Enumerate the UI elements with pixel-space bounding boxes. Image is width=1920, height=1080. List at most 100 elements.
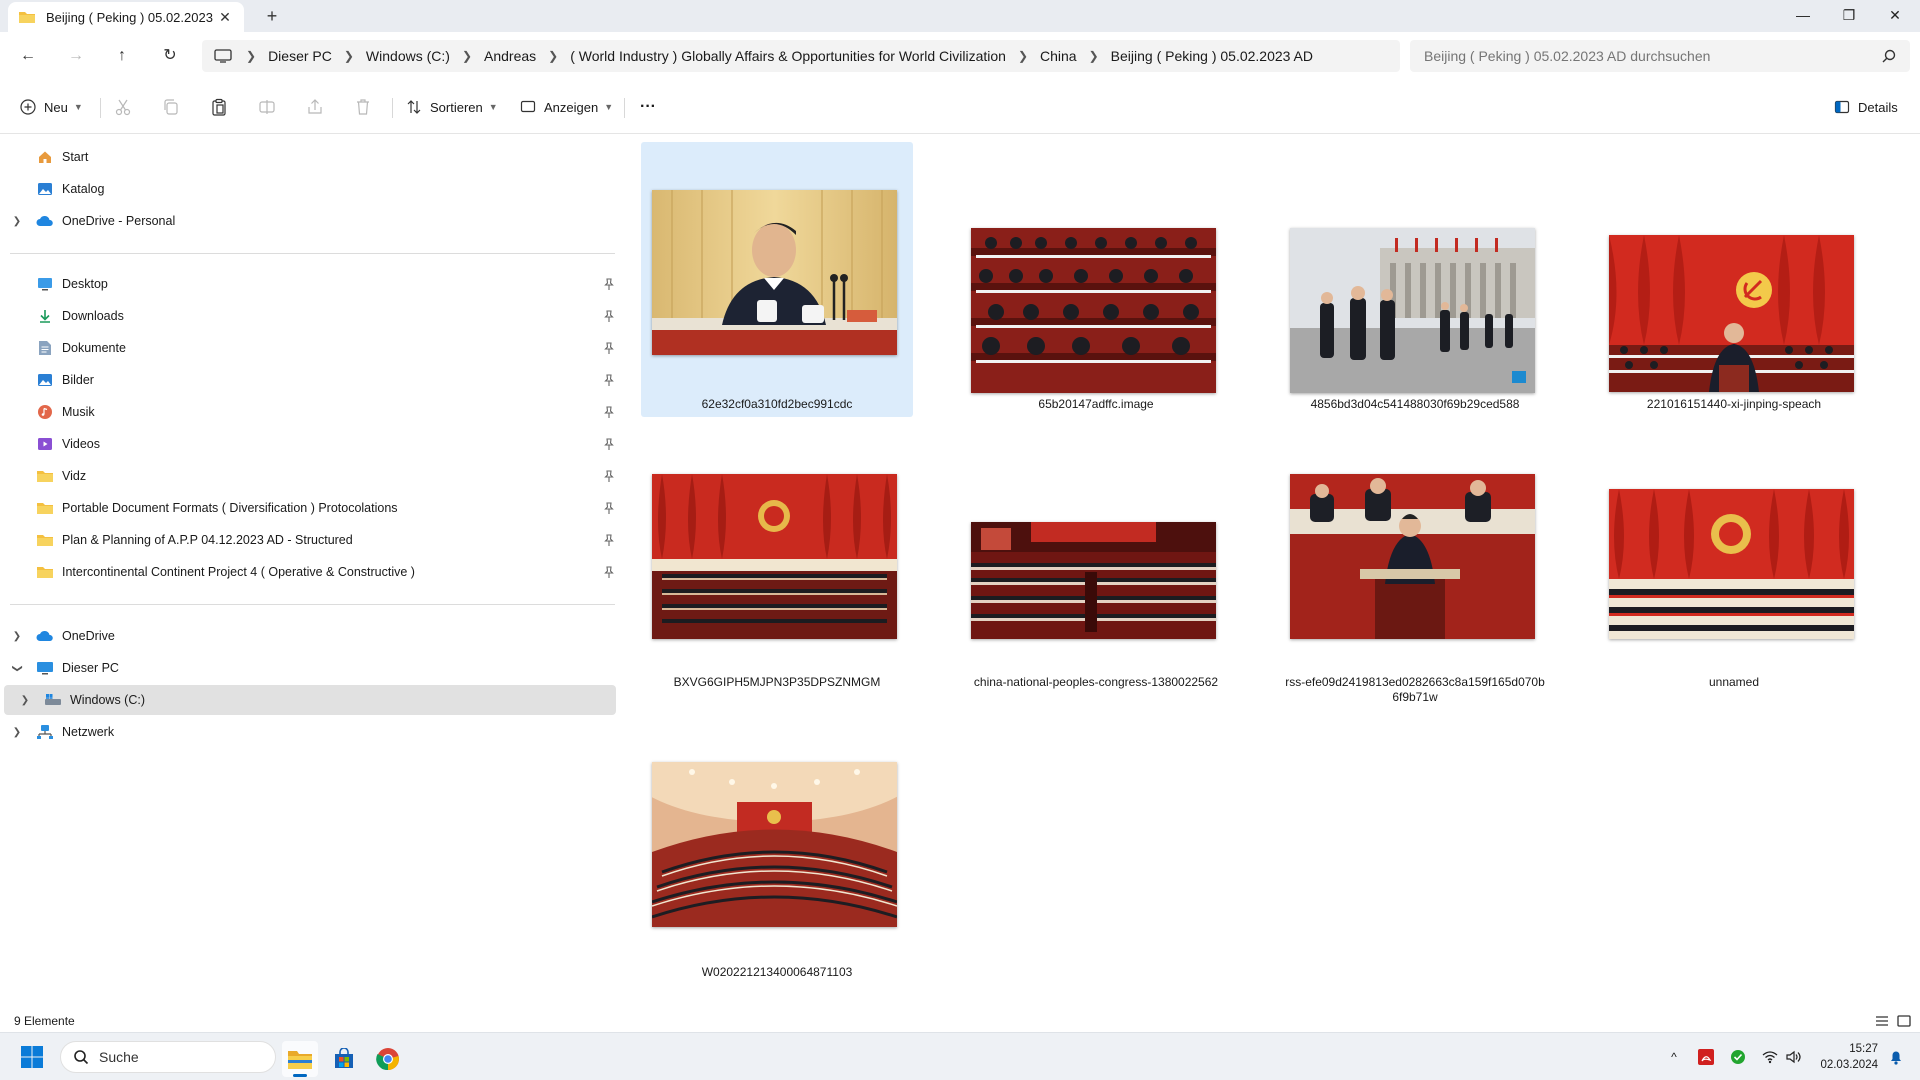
sort-button[interactable]: Sortieren ▼ xyxy=(406,92,498,122)
breadcrumb[interactable]: ❯ Dieser PC ❯ Windows (C:) ❯ Andreas ❯ (… xyxy=(202,40,1400,72)
pin-icon[interactable] xyxy=(602,469,616,483)
new-button[interactable]: Neu ▼ xyxy=(20,92,83,122)
file-tile[interactable]: 62e32cf0a310fd2bec991cdc xyxy=(641,142,913,417)
sidebar-item-netzwerk[interactable]: ❯ Netzwerk xyxy=(10,717,622,747)
sidebar-item-dokumente[interactable]: Dokumente xyxy=(10,333,622,363)
tab-current-folder[interactable]: Beijing ( Peking ) 05.02.2023 A ✕ xyxy=(8,2,244,32)
copy-button[interactable] xyxy=(162,92,180,122)
windows-start-icon[interactable] xyxy=(20,1045,44,1069)
details-button[interactable]: Details xyxy=(1834,92,1898,122)
file-tile[interactable]: rss-efe09d2419813ed0282663c8a159f165d070… xyxy=(1279,425,1551,705)
sidebar-item-musik[interactable]: Musik xyxy=(10,397,622,427)
paste-button[interactable] xyxy=(210,92,228,122)
chrome-app[interactable] xyxy=(370,1041,406,1077)
chevron-right-icon[interactable]: ❯ xyxy=(10,727,24,738)
breadcrumb-item[interactable]: Dieser PC xyxy=(262,48,338,64)
breadcrumb-item[interactable]: Andreas xyxy=(478,48,542,64)
chevron-right-icon[interactable]: ❯ xyxy=(1012,49,1034,63)
tab-close-button[interactable]: ✕ xyxy=(216,9,234,26)
large-icons-view-icon[interactable] xyxy=(1896,1013,1912,1029)
pin-icon[interactable] xyxy=(602,309,616,323)
chevron-up-icon[interactable]: ^ xyxy=(1664,1047,1684,1067)
breadcrumb-item-current[interactable]: Beijing ( Peking ) 05.02.2023 AD xyxy=(1105,48,1319,64)
sidebar-item-bilder[interactable]: Bilder xyxy=(10,365,622,395)
file-tile[interactable]: 221016151440-xi-jinping-speach xyxy=(1598,142,1870,417)
sidebar-item-windows-c[interactable]: ❯ Windows (C:) xyxy=(4,685,616,715)
view-button[interactable]: Anzeigen ▼ xyxy=(520,92,613,122)
sidebar-divider xyxy=(10,604,615,605)
sidebar-item-project-folder[interactable]: Intercontinental Continent Project 4 ( O… xyxy=(10,557,622,587)
security-tray-icon[interactable] xyxy=(1728,1047,1748,1067)
pin-icon[interactable] xyxy=(602,565,616,579)
chevron-right-icon[interactable]: ❯ xyxy=(240,49,262,63)
file-tile[interactable]: 65b20147adffc.image xyxy=(960,142,1232,417)
clock[interactable]: 15:27 02.03.2024 xyxy=(1806,1041,1878,1073)
sidebar-item-videos[interactable]: Videos xyxy=(10,429,622,459)
chevron-right-icon[interactable]: ❯ xyxy=(542,49,564,63)
breadcrumb-item[interactable]: ( World Industry ) Globally Affairs & Op… xyxy=(564,48,1012,64)
up-button[interactable]: ↑ xyxy=(108,44,136,68)
back-button[interactable]: ← xyxy=(14,44,42,68)
cut-button[interactable] xyxy=(114,92,132,122)
pin-icon[interactable] xyxy=(602,437,616,451)
sidebar-item-katalog[interactable]: Katalog xyxy=(10,174,622,204)
sidebar-item-desktop[interactable]: Desktop xyxy=(10,269,622,299)
chevron-right-icon[interactable]: ❯ xyxy=(10,631,24,642)
chevron-right-icon[interactable]: ❯ xyxy=(10,216,24,227)
file-tile[interactable]: 4856bd3d04c541488030f69b29ced588 xyxy=(1279,142,1551,417)
notification-bell-icon[interactable] xyxy=(1886,1047,1906,1067)
share-button[interactable] xyxy=(306,92,324,122)
rename-button[interactable] xyxy=(258,92,276,122)
more-options-button[interactable]: ··· xyxy=(640,92,656,122)
chevron-down-icon[interactable]: ❯ xyxy=(12,661,23,675)
delete-button[interactable] xyxy=(354,92,372,122)
chevron-right-icon[interactable]: ❯ xyxy=(18,695,32,706)
pin-icon[interactable] xyxy=(602,373,616,387)
search-input[interactable] xyxy=(1424,48,1882,64)
image-thumbnail xyxy=(652,762,897,927)
breadcrumb-item[interactable]: Windows (C:) xyxy=(360,48,456,64)
forward-button[interactable]: → xyxy=(62,44,90,68)
close-window-button[interactable]: ✕ xyxy=(1872,0,1918,32)
sidebar-item-label: Start xyxy=(62,150,89,164)
refresh-button[interactable]: ↻ xyxy=(156,44,184,68)
file-tile[interactable]: BXVG6GIPH5MJPN3P35DPSZNMGM xyxy=(641,425,913,705)
sidebar-item-onedrive-personal[interactable]: ❯ OneDrive - Personal xyxy=(10,206,622,236)
file-explorer-app[interactable] xyxy=(282,1041,318,1077)
search-icon xyxy=(74,1050,89,1065)
wifi-icon[interactable] xyxy=(1760,1047,1780,1067)
file-name: BXVG6GIPH5MJPN3P35DPSZNMGM xyxy=(673,675,881,689)
breadcrumb-item[interactable]: China xyxy=(1034,48,1083,64)
details-view-icon[interactable] xyxy=(1874,1013,1890,1029)
sidebar-item-pdf-folder[interactable]: Portable Document Formats ( Diversificat… xyxy=(10,493,622,523)
maximize-button[interactable]: ❐ xyxy=(1826,0,1872,32)
search-box[interactable] xyxy=(1410,40,1910,72)
drive-icon xyxy=(44,692,62,708)
sidebar-item-label: Dokumente xyxy=(62,341,126,355)
plus-circle-icon xyxy=(20,99,36,115)
minimize-button[interactable]: — xyxy=(1780,0,1826,32)
pin-icon[interactable] xyxy=(602,405,616,419)
acrobat-tray-icon[interactable] xyxy=(1696,1047,1716,1067)
file-tile[interactable]: W020221213400064871103 xyxy=(641,715,913,985)
file-explorer-icon xyxy=(288,1051,312,1069)
sidebar-item-downloads[interactable]: Downloads xyxy=(10,301,622,331)
chevron-right-icon[interactable]: ❯ xyxy=(456,49,478,63)
sidebar-item-plan-folder[interactable]: Plan & Planning of A.P.P 04.12.2023 AD -… xyxy=(10,525,622,555)
new-tab-button[interactable]: + xyxy=(258,4,286,28)
file-tile[interactable]: unnamed xyxy=(1598,425,1870,705)
store-app[interactable] xyxy=(326,1041,362,1077)
pin-icon[interactable] xyxy=(602,277,616,291)
pin-icon[interactable] xyxy=(602,341,616,355)
file-tile[interactable]: china-national-peoples-congress-13800225… xyxy=(960,425,1232,705)
sidebar-item-start[interactable]: Start xyxy=(10,142,622,172)
taskbar-search[interactable]: Suche xyxy=(60,1041,276,1073)
chevron-right-icon[interactable]: ❯ xyxy=(338,49,360,63)
sidebar-item-vidz[interactable]: Vidz xyxy=(10,461,622,491)
sidebar-item-dieser-pc[interactable]: ❯ Dieser PC xyxy=(10,653,622,683)
pin-icon[interactable] xyxy=(602,501,616,515)
sidebar-item-onedrive[interactable]: ❯ OneDrive xyxy=(10,621,622,651)
pin-icon[interactable] xyxy=(602,533,616,547)
volume-icon[interactable] xyxy=(1784,1047,1804,1067)
chevron-right-icon[interactable]: ❯ xyxy=(1083,49,1105,63)
